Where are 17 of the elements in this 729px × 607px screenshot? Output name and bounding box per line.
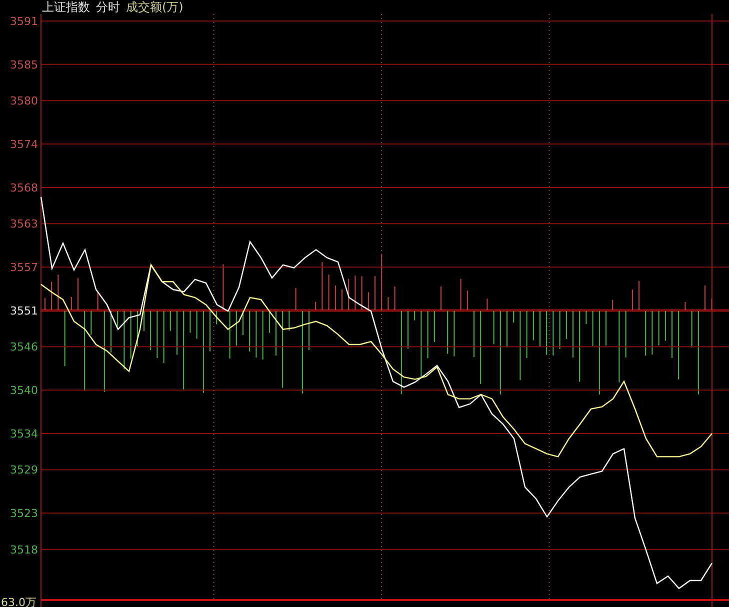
axis-label: 3546 xyxy=(10,340,38,354)
axis-label: 3580 xyxy=(10,94,38,108)
axis-label: 3534 xyxy=(10,428,38,441)
index-title: 上证指数 xyxy=(42,0,90,16)
axis-label: 3574 xyxy=(10,138,38,152)
axis-label: 3523 xyxy=(10,507,38,520)
volume-label: 成交额(万) xyxy=(126,0,184,16)
axis-label: 3551 xyxy=(10,304,38,318)
axis-label: 3563 xyxy=(10,218,38,231)
axis-label: 3591 xyxy=(10,15,38,28)
axis-label: 3529 xyxy=(10,464,38,477)
axis-label: 3585 xyxy=(10,58,38,72)
axis-label: 3568 xyxy=(10,181,38,194)
axis-label: 3557 xyxy=(10,261,38,274)
axis-label: 3518 xyxy=(10,543,38,556)
axis-label: 3540 xyxy=(10,384,38,398)
mode-label: 分时 xyxy=(96,0,120,16)
